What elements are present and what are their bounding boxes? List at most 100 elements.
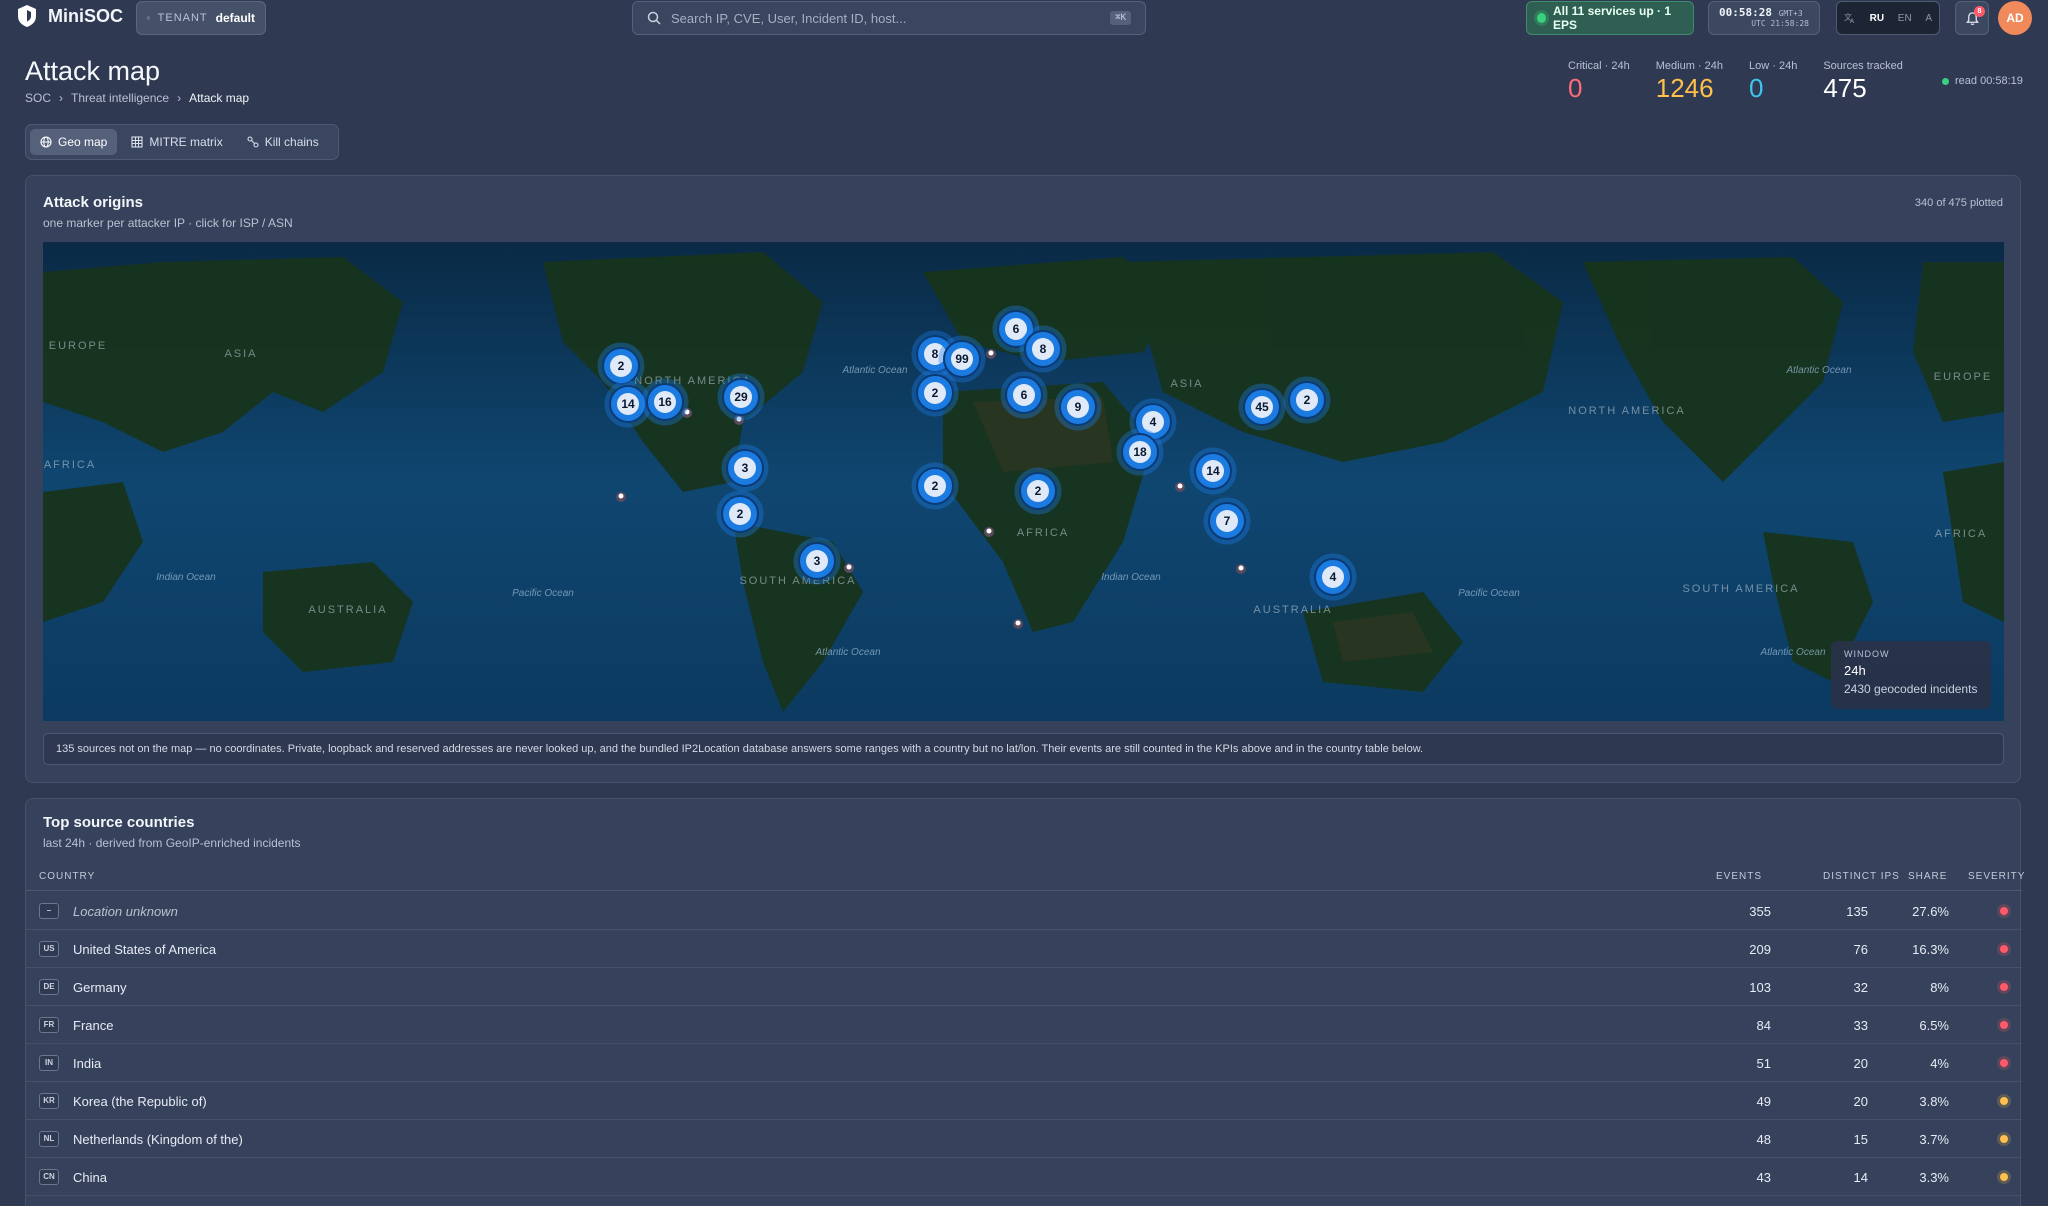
notifications-button[interactable]: 8 — [1955, 1, 1989, 35]
kpi-value: 0 — [1749, 73, 1764, 103]
table-row[interactable]: KR Korea (the Republic of) 49 20 3.8% — [26, 1082, 2022, 1120]
global-search[interactable]: ⌘K — [632, 1, 1146, 35]
globe-icon — [40, 136, 52, 148]
share-value: 8% — [1930, 980, 1949, 995]
cluster-marker[interactable]: 2 — [1014, 467, 1062, 515]
share-value: 6.5% — [1919, 1018, 1949, 1033]
cluster-marker[interactable]: 3 — [721, 444, 769, 492]
top-countries-card: Top source countries last 24h · derived … — [25, 798, 2024, 1206]
cluster-marker[interactable]: 45 — [1238, 383, 1286, 431]
breadcrumb-soc[interactable]: SOC — [25, 91, 51, 105]
table-row[interactable]: FR France 84 33 6.5% — [26, 1006, 2022, 1044]
cluster-marker[interactable]: 3 — [793, 537, 841, 585]
world-map-canvas[interactable]: EUROPE ASIA AFRICA AUSTRALIA NORTH AMERI… — [43, 242, 2004, 721]
tab-mitre-matrix[interactable]: MITRE matrix — [121, 129, 232, 155]
cluster-marker[interactable]: 8 — [1019, 325, 1067, 373]
table-row[interactable]: NL Netherlands (Kingdom of the) 48 15 3.7% — [26, 1120, 2022, 1158]
table-row[interactable]: IN India 51 20 4% — [26, 1044, 2022, 1082]
tenant-selector[interactable]: TENANT default — [136, 1, 266, 35]
cluster-marker[interactable]: 2 — [716, 490, 764, 538]
cluster-marker[interactable]: 18 — [1116, 428, 1164, 476]
country-code-badge: IN — [39, 1055, 59, 1071]
col-country[interactable]: COUNTRY — [39, 871, 95, 882]
window-detail: 2430 geocoded incidents — [1844, 682, 1978, 696]
table-row[interactable]: DE Germany 103 32 8% — [26, 968, 2022, 1006]
events-count: 51 — [1756, 1056, 1771, 1071]
cluster-count: 14 — [621, 397, 635, 411]
country-code-badge: DE — [39, 979, 59, 995]
events-count: 209 — [1749, 942, 1771, 957]
kpi-strip: Critical · 24h 0 Medium · 24h 1246 Low ·… — [1568, 60, 1903, 104]
col-distinct-ips[interactable]: DISTINCT IPS — [1823, 871, 1900, 882]
table-row[interactable]: US United States of America 209 76 16.3% — [26, 930, 2022, 968]
user-avatar[interactable]: AD — [1998, 1, 2032, 35]
cluster-marker[interactable]: 2 — [597, 342, 645, 390]
map-label: AUSTRALIA — [1253, 604, 1332, 616]
ocean-label: Atlantic Ocean — [1785, 365, 1851, 376]
lang-option-en[interactable]: EN — [1898, 13, 1912, 24]
events-count: 84 — [1756, 1018, 1771, 1033]
tab-label: MITRE matrix — [149, 135, 223, 149]
cluster-marker[interactable]: 14 — [1189, 447, 1237, 495]
cluster-count: 4 — [1150, 415, 1157, 429]
country-name: United States of America — [73, 942, 217, 957]
grid-icon — [131, 136, 143, 148]
table-row[interactable]: – Location unknown 355 135 27.6% — [26, 892, 2022, 930]
cluster-marker[interactable]: 7 — [1203, 497, 1251, 545]
cluster-marker[interactable]: 16 — [641, 378, 689, 426]
col-share[interactable]: SHARE — [1908, 871, 1947, 882]
breadcrumb-separator: › — [59, 91, 64, 105]
table-row[interactable]: CN China 43 14 3.3% — [26, 1158, 2022, 1196]
tab-label: Geo map — [58, 135, 108, 149]
tab-geo-map[interactable]: Geo map — [30, 129, 118, 155]
app-logo[interactable]: MiniSOC — [16, 4, 123, 28]
distinct-ips-count: 14 — [1853, 1170, 1868, 1185]
events-count: 103 — [1749, 980, 1771, 995]
cluster-count: 18 — [1133, 445, 1147, 459]
search-input[interactable] — [671, 10, 1101, 26]
map-label: AFRICA — [1017, 527, 1069, 539]
cluster-count: 29 — [734, 390, 748, 404]
world-map[interactable]: EUROPE ASIA AFRICA AUSTRALIA NORTH AMERI… — [43, 242, 2004, 721]
kpi-label: Sources tracked — [1823, 60, 1903, 72]
cluster-marker[interactable]: 29 — [717, 373, 765, 421]
ip-marker — [1236, 564, 1246, 574]
col-severity[interactable]: SEVERITY — [1968, 871, 2025, 882]
events-count: 43 — [1756, 1170, 1771, 1185]
country-code-badge: KR — [39, 1093, 59, 1109]
tab-label: Kill chains — [264, 135, 319, 149]
kpi-value: 0 — [1568, 73, 1583, 103]
cluster-marker[interactable]: 4 — [1309, 553, 1357, 601]
cluster-count: 8 — [1040, 342, 1047, 356]
cluster-marker[interactable]: 2 — [911, 369, 959, 417]
services-status[interactable]: All 11 services up · 1 EPS — [1526, 1, 1694, 35]
cluster-count: 4 — [1330, 570, 1337, 584]
lang-option-ru[interactable]: RU — [1870, 13, 1884, 24]
cluster-marker[interactable]: 2 — [1283, 376, 1331, 424]
status-dot-icon — [1537, 13, 1546, 23]
col-events[interactable]: EVENTS — [1716, 871, 1762, 882]
cluster-count: 3 — [814, 554, 821, 568]
app-name: MiniSOC — [48, 5, 123, 26]
country-code-badge: NL — [39, 1131, 59, 1147]
cluster-marker[interactable]: 9 — [1054, 383, 1102, 431]
cluster-marker[interactable]: 6 — [1000, 371, 1048, 419]
tab-kill-chains[interactable]: Kill chains — [237, 129, 329, 155]
kpi-label: Low · 24h — [1749, 60, 1798, 72]
breadcrumb-threat-intel[interactable]: Threat intelligence — [71, 91, 169, 105]
building-icon — [147, 16, 150, 20]
kpi-medium: Medium · 24h 1246 — [1656, 60, 1723, 104]
kpi-value: 475 — [1823, 73, 1867, 103]
map-label: EUROPE — [1934, 371, 1992, 383]
severity-dot-icon — [2000, 945, 2008, 953]
time-window-overlay: WINDOW 24h 2430 geocoded incidents — [1831, 641, 1991, 709]
kpi-label: Medium · 24h — [1655, 60, 1724, 72]
cluster-count: 99 — [955, 352, 969, 366]
cluster-count: 3 — [742, 461, 749, 475]
ip-marker — [1013, 619, 1023, 629]
cluster-count: 8 — [932, 347, 939, 361]
country-name: China — [73, 1170, 107, 1185]
kpi-label: Critical · 24h — [1568, 60, 1630, 72]
cluster-marker[interactable]: 2 — [911, 462, 959, 510]
lang-option-auto[interactable]: A — [1925, 13, 1932, 24]
